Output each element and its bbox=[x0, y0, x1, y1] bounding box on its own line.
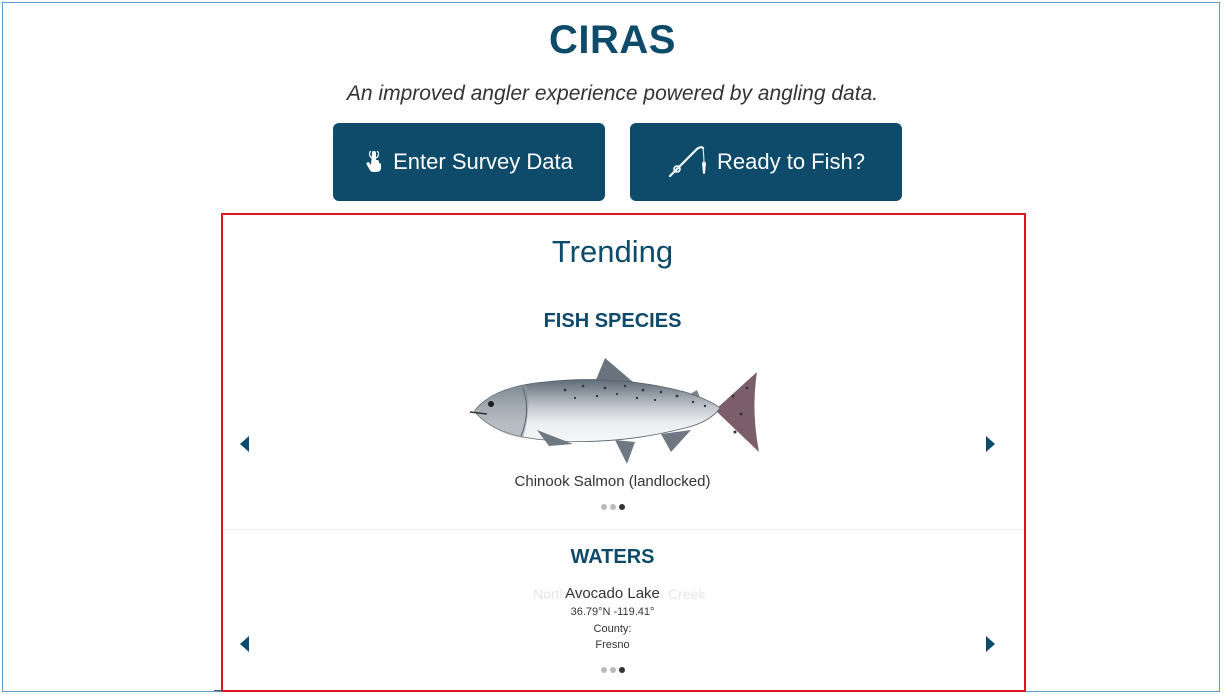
waters-pager-dot[interactable] bbox=[600, 667, 607, 673]
water-county-value: Fresno bbox=[595, 639, 630, 651]
waters-pager-dot-active[interactable] bbox=[618, 667, 625, 673]
fish-species-title: FISH SPECIES bbox=[543, 310, 682, 332]
species-next-arrow[interactable] bbox=[986, 436, 995, 452]
waters-pager-dot[interactable] bbox=[609, 667, 616, 673]
species-pager-dot[interactable] bbox=[600, 504, 607, 510]
app-title: CIRAS bbox=[549, 18, 676, 62]
bottom-edge-mark bbox=[214, 690, 224, 691]
fish-species-name: Chinook Salmon (landlocked) bbox=[514, 473, 711, 490]
water-county-label: County: bbox=[593, 623, 632, 635]
species-prev-arrow[interactable] bbox=[240, 436, 249, 452]
water-name: Avocado Lake bbox=[565, 585, 660, 602]
ready-to-fish-label: Ready to Fish? bbox=[717, 149, 865, 174]
app-tagline: An improved angler experience powered by… bbox=[346, 82, 879, 105]
waters-title: WATERS bbox=[570, 546, 655, 568]
waters-pager bbox=[0, 667, 1225, 673]
species-pager-dot-active[interactable] bbox=[618, 504, 625, 510]
ready-to-fish-button[interactable]: Ready to Fish? bbox=[630, 123, 902, 201]
section-divider bbox=[223, 529, 1024, 530]
enter-survey-data-button[interactable]: Enter Survey Data bbox=[333, 123, 605, 201]
hand-pointer-icon bbox=[365, 151, 383, 173]
water-coordinates: 36.79°N -119.41° bbox=[570, 606, 655, 618]
trending-title: Trending bbox=[551, 234, 674, 269]
fishing-rod-icon bbox=[667, 145, 707, 179]
species-pager bbox=[0, 504, 1225, 510]
species-pager-dot[interactable] bbox=[609, 504, 616, 510]
enter-survey-data-label: Enter Survey Data bbox=[393, 149, 573, 174]
chinook-salmon-image[interactable] bbox=[465, 352, 765, 475]
